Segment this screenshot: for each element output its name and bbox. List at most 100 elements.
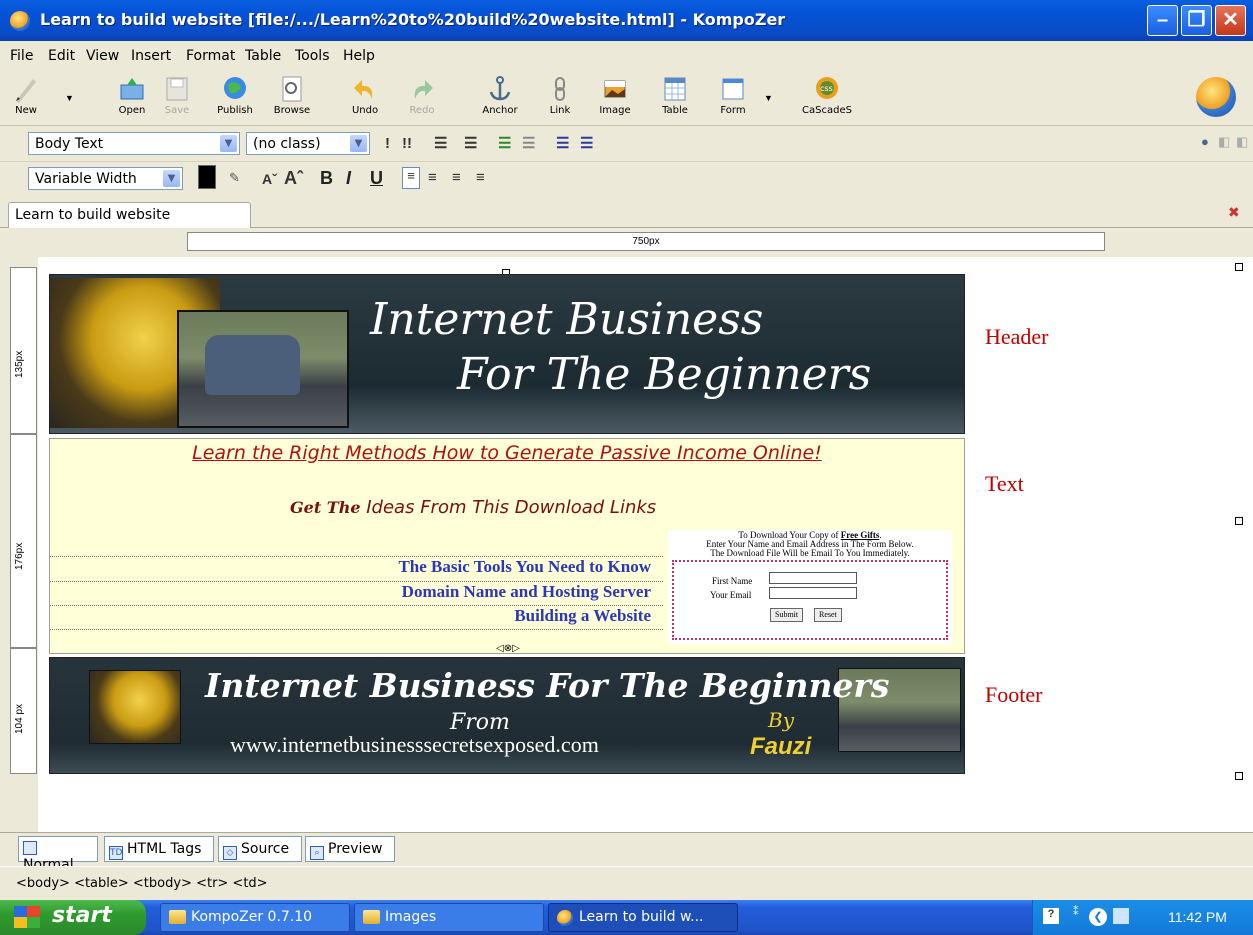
layer2-icon[interactable]: ◧ <box>1236 134 1248 150</box>
tray-expand-icon[interactable]: ❮ <box>1089 908 1107 926</box>
menu-format[interactable]: Format <box>186 48 235 64</box>
tab-normal[interactable]: Normal <box>18 836 98 873</box>
tag-breadcrumb[interactable]: <body> <table> <tbody> <tr> <td> <box>16 876 268 891</box>
resize-handle[interactable] <box>1235 517 1243 525</box>
tab-source[interactable]: ◇ Source <box>218 836 302 862</box>
submit-button[interactable]: Submit <box>770 608 804 622</box>
redo-label: Redo <box>409 105 435 116</box>
menu-file[interactable]: File <box>10 48 33 64</box>
task-kompozer-folder[interactable]: KompoZer 0.7.10 <box>160 903 350 932</box>
strong-emphasis-button[interactable]: !! <box>402 135 412 152</box>
network-icon[interactable]: ⁑ <box>1073 905 1079 918</box>
footer-yellow-car-image <box>89 670 181 744</box>
larger-font-button[interactable]: Aˆ <box>284 168 303 189</box>
definition-desc-icon[interactable]: ☰ <box>580 134 593 152</box>
page-icon <box>23 841 37 855</box>
publish-button[interactable]: Publish <box>210 75 260 116</box>
link-label: Link <box>549 105 571 116</box>
new-button[interactable]: New <box>6 75 46 116</box>
open-label: Open <box>118 105 146 116</box>
numbered-list-icon[interactable]: ☰ <box>434 134 447 152</box>
resize-handle[interactable] <box>1235 263 1243 271</box>
align-left-button[interactable]: ≡ <box>402 167 420 189</box>
row-height-label: 176px <box>14 542 25 570</box>
anchor-button[interactable]: Anchor <box>475 75 525 116</box>
justify-button[interactable]: ≡ <box>476 169 485 186</box>
folder-icon <box>363 910 380 924</box>
close-button[interactable]: ✕ <box>1215 5 1246 36</box>
chevron-down-icon: ▼ <box>220 135 237 152</box>
row-divider <box>50 629 663 630</box>
link-button[interactable]: Link <box>540 75 580 116</box>
menu-edit[interactable]: Edit <box>48 48 75 64</box>
start-button[interactable]: start <box>0 900 146 935</box>
form-dropdown-arrow-icon[interactable]: ▼ <box>764 93 773 103</box>
layer-icon[interactable]: ◧ <box>1218 134 1230 150</box>
align-right-button[interactable]: ≡ <box>452 169 461 186</box>
form-label: Form <box>720 105 746 116</box>
save-button[interactable]: Save <box>155 75 199 116</box>
row-height-ruler-3: 104 px <box>10 648 37 774</box>
menu-view[interactable]: View <box>86 48 119 64</box>
tab-html-tags-label: HTML Tags <box>127 841 202 857</box>
document-tab[interactable]: Learn to build website <box>8 202 251 229</box>
form-button[interactable]: Form <box>710 75 756 116</box>
reset-button[interactable]: Reset <box>814 608 842 622</box>
italic-button[interactable]: I <box>346 168 351 189</box>
browse-button[interactable]: Browse <box>266 75 318 116</box>
first-name-input[interactable] <box>769 572 857 584</box>
task-kompozer-window[interactable]: Learn to build w... <box>548 903 738 932</box>
footer-url: www.internetbusinesssecretsexposed.com <box>230 732 599 757</box>
text-annotation: Text <box>985 471 1024 496</box>
task-images-folder[interactable]: Images <box>354 903 544 932</box>
tray-app-icon[interactable] <box>1113 908 1129 924</box>
form-line3: The Download File Will be Email To You I… <box>710 548 910 558</box>
highlight-icon[interactable]: ✎ <box>229 170 240 186</box>
download-link-3[interactable]: Building a Website <box>50 605 663 626</box>
menu-insert[interactable]: Insert <box>131 48 171 64</box>
minimize-button[interactable]: – <box>1147 5 1178 36</box>
new-dropdown-arrow-icon[interactable]: ▼ <box>65 93 74 103</box>
help-icon[interactable]: ? <box>1043 908 1059 924</box>
cascades-button[interactable]: css CaScadeS <box>797 75 857 116</box>
close-tab-icon[interactable]: ✖ <box>1228 204 1240 221</box>
spellcheck-icon[interactable]: ● <box>1201 134 1209 149</box>
header-title-line1: Internet Business <box>370 294 764 345</box>
resize-handle[interactable] <box>1235 772 1243 780</box>
email-input[interactable] <box>769 587 857 599</box>
outdent-icon[interactable]: ☰ <box>522 134 535 152</box>
smaller-font-button[interactable]: Aˇ <box>262 171 277 187</box>
tab-html-tags[interactable]: TD HTML Tags <box>104 836 214 862</box>
cell-handle-icon[interactable]: ◁⊗▷ <box>496 643 520 654</box>
row-height-ruler-2: 176px <box>10 434 37 648</box>
font-select[interactable]: Variable Width ▼ <box>28 167 183 190</box>
image-button[interactable]: Image <box>592 75 638 116</box>
open-button[interactable]: Open <box>110 75 154 116</box>
redo-button[interactable]: Redo <box>400 75 444 116</box>
bullet-list-icon[interactable]: ☰ <box>464 134 477 152</box>
menu-tools[interactable]: Tools <box>295 48 330 64</box>
paragraph-style-select[interactable]: Body Text ▼ <box>28 132 240 155</box>
row-height-label: 135px <box>14 350 25 378</box>
undo-button[interactable]: Undo <box>342 75 388 116</box>
menu-table[interactable]: Table <box>245 48 281 64</box>
tab-preview[interactable]: ⌕ Preview <box>305 836 395 862</box>
download-link-2[interactable]: Domain Name and Hosting Server <box>50 581 663 602</box>
bold-button[interactable]: B <box>320 168 333 189</box>
align-center-button[interactable]: ≡ <box>428 169 437 186</box>
paragraph-style-value: Body Text <box>35 136 104 152</box>
definition-term-icon[interactable]: ☰ <box>556 134 569 152</box>
task-label: Learn to build w... <box>579 909 704 925</box>
tagline-link[interactable]: Learn the Right Methods How to Generate … <box>49 442 965 464</box>
emphasis-button[interactable]: ! <box>385 135 390 152</box>
download-link-1[interactable]: The Basic Tools You Need to Know <box>50 556 663 577</box>
underline-button[interactable]: U <box>370 168 383 189</box>
maximize-button[interactable]: ❐ <box>1181 5 1212 36</box>
undo-icon <box>354 80 373 99</box>
menu-help[interactable]: Help <box>343 48 375 64</box>
table-button[interactable]: Table <box>652 75 698 116</box>
ideas-bold: Get The <box>290 498 361 517</box>
class-select[interactable]: (no class) ▼ <box>246 132 370 155</box>
text-color-button[interactable] <box>198 165 216 189</box>
indent-icon[interactable]: ☰ <box>498 134 511 152</box>
